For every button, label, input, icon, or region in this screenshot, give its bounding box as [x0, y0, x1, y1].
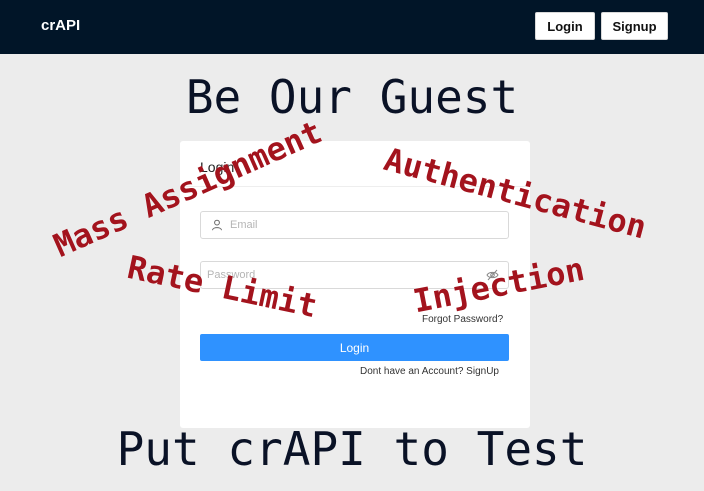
top-navbar: crAPI Login Signup [0, 0, 704, 54]
user-icon [210, 218, 224, 232]
headline-bottom: Put crAPI to Test [116, 422, 588, 476]
header-signup-button[interactable]: Signup [601, 12, 668, 40]
header-login-button[interactable]: Login [535, 12, 595, 40]
brand-logo[interactable]: crAPI [41, 17, 80, 34]
email-input[interactable] [224, 219, 508, 231]
signup-prompt-link[interactable]: Dont have an Account? SignUp [360, 366, 499, 377]
headline-top: Be Our Guest [185, 70, 519, 124]
login-submit-button[interactable]: Login [200, 334, 509, 361]
email-field[interactable] [200, 211, 509, 239]
